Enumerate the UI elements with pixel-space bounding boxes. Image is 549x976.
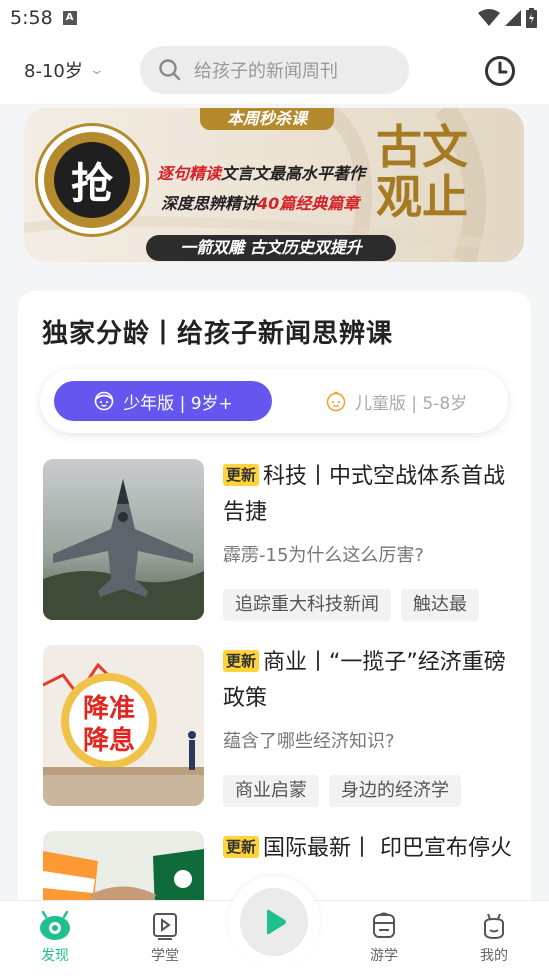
wifi-icon [478, 9, 500, 26]
banner-ribbon: 本周秒杀课 [200, 108, 334, 130]
grab-badge: 抢 [38, 126, 146, 234]
kid-face-icon [326, 391, 346, 412]
banner-line-1-rest: 文言文最高水平著作 [221, 164, 366, 183]
banner-big-title: 古文观止 [376, 120, 468, 224]
tab-kids-edition[interactable]: 儿童版 | 5-8岁 [296, 381, 496, 421]
status-icons [478, 8, 537, 28]
banner-line-2: 深度思辨精讲40篇经典篇章 [161, 190, 359, 214]
search-icon [159, 59, 181, 81]
search-placeholder: 给孩子的新闻周刊 [194, 61, 338, 82]
article-title-text: 商业丨“一揽子”经济重磅政策 [223, 650, 506, 711]
tab-profile-label: 我的 [480, 948, 508, 964]
article-title: 更新 商业丨“一揽子”经济重磅政策 [223, 645, 513, 717]
article-title: 更新 科技丨中式空战体系首战告捷 [223, 459, 513, 531]
article-thumbnail-rate-cut: 降准 降息 [43, 645, 204, 806]
study-tour-icon [373, 912, 395, 938]
tab-profile[interactable]: 我的 [454, 911, 534, 965]
discover-icon [40, 911, 70, 940]
tab-classroom[interactable]: 学堂 [125, 911, 205, 965]
center-play-button[interactable] [228, 876, 320, 968]
tab-discover-label: 发现 [41, 948, 69, 964]
article-tags: 追踪重大科技新闻 触达最 [223, 589, 513, 621]
classroom-icon [153, 913, 177, 940]
tab-study-tour-label: 游学 [370, 948, 398, 964]
play-button-disc [240, 888, 308, 956]
tab-teen-edition[interactable]: 少年版 | 9岁+ [54, 381, 272, 421]
status-time: 5:58 [10, 7, 53, 29]
search-input[interactable]: 给孩子的新闻周刊 [140, 46, 409, 94]
article-tags: 商业启蒙 身边的经济学 [223, 775, 513, 807]
article-thumbnail-jet [43, 459, 204, 620]
tab-discover[interactable]: 发现 [15, 911, 95, 965]
history-clock-icon[interactable] [483, 54, 517, 88]
new-badge: 更新 [223, 464, 260, 486]
tab-classroom-label: 学堂 [151, 948, 179, 964]
tab-teen-edition-label: 少年版 | 9岁+ [123, 393, 233, 414]
status-bar: 5:58 A [0, 0, 549, 36]
thumb-text-1: 降准 [83, 694, 135, 724]
article-tag[interactable]: 触达最 [401, 589, 479, 621]
new-badge: 更新 [223, 836, 260, 858]
article-tag[interactable]: 商业启蒙 [223, 775, 319, 807]
profile-icon [484, 913, 504, 940]
teen-face-icon [94, 391, 114, 411]
play-icon [267, 909, 286, 935]
tab-kids-edition-label: 儿童版 | 5-8岁 [354, 393, 468, 414]
notification-a-icon: A [62, 11, 77, 25]
age-selector[interactable]: 8-10岁 ⌄ [24, 57, 105, 83]
top-bar: 8-10岁 ⌄ 给孩子的新闻周刊 [0, 36, 549, 104]
banner-pill: 一箭双雕 古文历史双提升 [146, 235, 396, 261]
article-subtitle: 蕴含了哪些经济知识? [223, 731, 395, 752]
section-title: 独家分龄丨给孩子新闻思辨课 [42, 319, 394, 349]
news-card: 独家分龄丨给孩子新闻思辨课 少年版 | 9岁+ 儿童版 | 5-8岁 更新 科技丨… [18, 291, 531, 931]
article-title-text: 国际最新丨 印巴宣布停火 [263, 836, 513, 861]
grab-badge-text: 抢 [54, 142, 130, 218]
signal-icon [505, 10, 521, 26]
article-title-text: 科技丨中式空战体系首战告捷 [223, 464, 506, 525]
article-tag[interactable]: 身边的经济学 [329, 775, 461, 807]
article-subtitle: 霹雳-15为什么这么厉害? [223, 545, 424, 566]
banner-line-2-lead: 深度思辨精讲 [161, 194, 258, 213]
banner-line-1-highlight: 逐句精读 [157, 164, 222, 183]
battery-icon [526, 8, 537, 28]
edition-switch: 少年版 | 9岁+ 儿童版 | 5-8岁 [40, 369, 508, 433]
new-badge: 更新 [223, 650, 260, 672]
banner-line-2-highlight: 40篇经典篇章 [257, 194, 360, 213]
banner-line-1: 逐句精读文言文最高水平著作 [157, 160, 365, 184]
age-selector-label: 8-10岁 [24, 61, 83, 82]
promo-banner[interactable]: 本周秒杀课 抢 逐句精读文言文最高水平著作 深度思辨精讲40篇经典篇章 古文观止… [24, 108, 524, 262]
article-tag[interactable]: 追踪重大科技新闻 [223, 589, 391, 621]
thumb-text-2: 降息 [83, 725, 135, 756]
chevron-down-icon: ⌄ [88, 62, 105, 78]
tab-study-tour[interactable]: 游学 [344, 911, 424, 965]
article-title: 更新 国际最新丨 印巴宣布停火 [223, 831, 513, 867]
